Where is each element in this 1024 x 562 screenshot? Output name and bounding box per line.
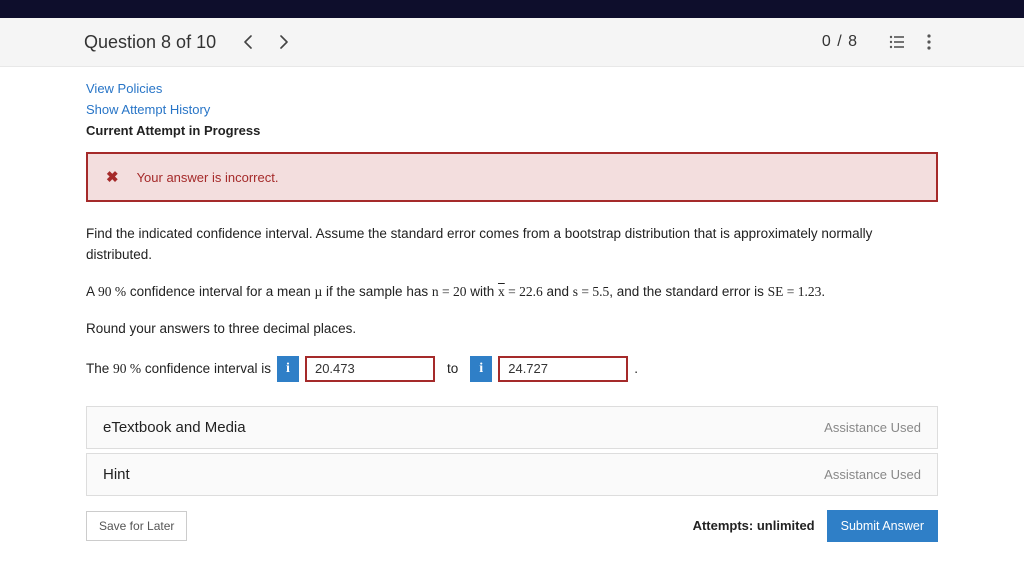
math-se: SE = 1.23 bbox=[768, 284, 822, 299]
score-display: 0 / 8 bbox=[822, 33, 858, 51]
question-footer: Save for Later Attempts: unlimited Submi… bbox=[86, 510, 938, 542]
prompt-intro: Find the indicated confidence interval. … bbox=[86, 224, 938, 266]
text-fragment: if the sample has bbox=[322, 284, 432, 299]
view-policies-link[interactable]: View Policies bbox=[86, 81, 938, 96]
math-xbar-val: = 22.6 bbox=[505, 284, 543, 299]
info-button-lower[interactable]: i bbox=[277, 356, 299, 382]
info-button-upper[interactable]: i bbox=[470, 356, 492, 382]
text-fragment: , and the standard error is bbox=[609, 284, 767, 299]
upper-bound-input[interactable] bbox=[498, 356, 628, 382]
etextbook-accordion[interactable]: eTextbook and Media Assistance Used bbox=[86, 406, 938, 449]
question-header: Question 8 of 10 0 / 8 bbox=[0, 18, 1024, 67]
answer-row: The 90 % confidence interval is i to i . bbox=[86, 356, 938, 382]
more-options-button[interactable] bbox=[918, 31, 940, 53]
accordion-label: Hint bbox=[103, 466, 130, 483]
chevron-left-icon bbox=[244, 35, 252, 49]
math-n: n = 20 bbox=[432, 284, 467, 299]
top-nav-bar bbox=[0, 0, 1024, 18]
text-fragment: with bbox=[466, 284, 498, 299]
period: . bbox=[634, 361, 638, 376]
lower-bound-input[interactable] bbox=[305, 356, 435, 382]
ci-lead: The 90 % confidence interval is bbox=[86, 361, 271, 377]
save-for-later-button[interactable]: Save for Later bbox=[86, 511, 187, 541]
to-text: to bbox=[447, 361, 458, 376]
text-fragment: confidence interval is bbox=[141, 361, 271, 376]
text-fragment: and bbox=[543, 284, 573, 299]
text-fragment: . bbox=[821, 284, 825, 299]
prompt-details: A 90 % confidence interval for a mean µ … bbox=[86, 282, 938, 303]
incorrect-alert: ✖ Your answer is incorrect. bbox=[86, 152, 938, 202]
alert-message: Your answer is incorrect. bbox=[137, 170, 279, 185]
text-fragment: The bbox=[86, 361, 113, 376]
attempt-history-link[interactable]: Show Attempt History bbox=[86, 102, 938, 117]
prev-question-button[interactable] bbox=[236, 30, 260, 54]
prompt-round: Round your answers to three decimal plac… bbox=[86, 319, 938, 340]
next-question-button[interactable] bbox=[272, 30, 296, 54]
attempts-label: Attempts: unlimited bbox=[693, 518, 815, 533]
text-fragment: A bbox=[86, 284, 98, 299]
kebab-icon bbox=[927, 34, 931, 50]
question-list-button[interactable] bbox=[886, 31, 908, 53]
accordion-label: eTextbook and Media bbox=[103, 419, 246, 436]
math-percent: 90 % bbox=[98, 284, 126, 299]
chevron-right-icon bbox=[280, 35, 288, 49]
x-icon: ✖ bbox=[106, 168, 119, 186]
list-icon bbox=[889, 34, 905, 50]
math-s: s = 5.5 bbox=[573, 284, 610, 299]
current-attempt-label: Current Attempt in Progress bbox=[86, 123, 938, 138]
assistance-used-label: Assistance Used bbox=[824, 420, 921, 435]
assistance-used-label: Assistance Used bbox=[824, 467, 921, 482]
hint-accordion[interactable]: Hint Assistance Used bbox=[86, 453, 938, 496]
question-number-label: Question 8 of 10 bbox=[84, 32, 216, 53]
math-xbar: x = 22.6 bbox=[498, 284, 543, 299]
submit-answer-button[interactable]: Submit Answer bbox=[827, 510, 938, 542]
question-content: View Policies Show Attempt History Curre… bbox=[82, 67, 942, 562]
text-fragment: confidence interval for a mean bbox=[126, 284, 314, 299]
math-percent: 90 % bbox=[113, 361, 141, 376]
